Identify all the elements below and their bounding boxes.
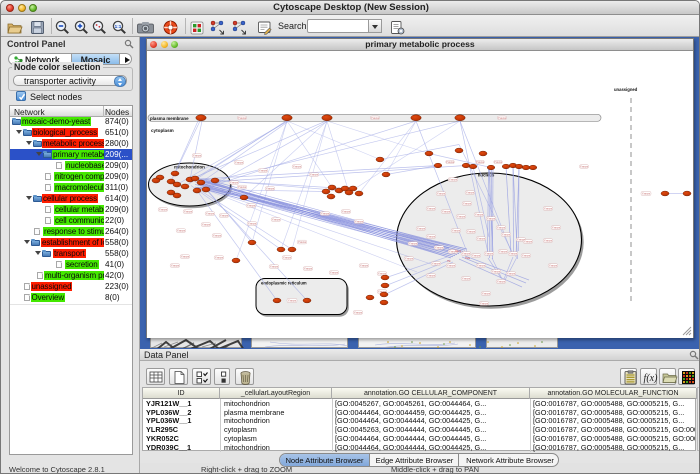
svg-text:Yxxxxx: Yxxxxx <box>230 180 239 184</box>
svg-text:Yxxxxx: Yxxxxx <box>354 310 363 314</box>
svg-text:Yxxxxx: Yxxxxx <box>498 115 507 119</box>
svg-text:Yxxxxx: Yxxxxx <box>494 160 503 164</box>
svg-text:Yxxxxx: Yxxxxx <box>446 160 455 164</box>
svg-text:Yxxxxx: Yxxxxx <box>283 255 292 259</box>
svg-text:Yxxxxx: Yxxxxx <box>462 251 471 255</box>
svg-text:Yx: Yx <box>447 259 451 263</box>
svg-text:unassigned: unassigned <box>614 87 638 92</box>
svg-text:Yxxxxx: Yxxxxx <box>181 254 190 258</box>
svg-text:Yxxxxx: Yxxxxx <box>238 185 247 189</box>
svg-text:Yxxxxx: Yxxxxx <box>462 276 471 280</box>
svg-text:Yxxxxx: Yxxxxx <box>184 209 193 213</box>
svg-text:Yxxxxx: Yxxxxx <box>405 256 414 260</box>
svg-text:Yxxxxx: Yxxxxx <box>360 263 369 267</box>
svg-text:Yxxxxx: Yxxxxx <box>476 160 485 164</box>
svg-text:Yxxxxx: Yxxxxx <box>371 115 380 119</box>
svg-text:Yxxxxx: Yxxxxx <box>193 153 202 157</box>
svg-text:Yxxxxx: Yxxxxx <box>342 209 351 213</box>
svg-text:Yxxxxx: Yxxxxx <box>159 207 168 211</box>
svg-text:Yxxxxx: Yxxxxx <box>220 213 229 217</box>
svg-text:Yxxxxx: Yxxxxx <box>235 160 244 164</box>
svg-text:plasma membrane: plasma membrane <box>150 115 189 120</box>
svg-text:Yxxxxx: Yxxxxx <box>202 222 211 226</box>
svg-text:Yxxxxx: Yxxxxx <box>544 238 553 242</box>
svg-text:Yxxxxx: Yxxxxx <box>452 228 461 232</box>
svg-text:Yxxxxx: Yxxxxx <box>298 240 307 244</box>
svg-text:Yxxxxx: Yxxxxx <box>330 270 339 274</box>
svg-text:Yxxxxx: Yxxxxx <box>497 225 506 229</box>
svg-text:Yxxxxx: Yxxxxx <box>544 206 553 210</box>
svg-text:Yxxxxx: Yxxxxx <box>259 168 268 172</box>
svg-text:Yxx: Yxx <box>465 256 471 260</box>
svg-text:endoplasmic reticulum: endoplasmic reticulum <box>261 280 307 285</box>
svg-text:Yxxxxx: Yxxxxx <box>522 253 531 257</box>
svg-text:cytoplasm: cytoplasm <box>151 128 174 133</box>
svg-text:Yxxxxx: Yxxxxx <box>477 263 486 267</box>
svg-text:Yxxxxx: Yxxxxx <box>507 271 516 275</box>
svg-text:Yxxxxx: Yxxxxx <box>482 291 491 295</box>
svg-text:Yxxxxx: Yxxxxx <box>238 115 247 119</box>
svg-text:Yxxxxx: Yxxxxx <box>215 255 224 259</box>
svg-text:Yxxxxx: Yxxxxx <box>499 249 508 253</box>
svg-text:Yxxxxx: Yxxxxx <box>487 216 496 220</box>
svg-text:Yxxxxx: Yxxxxx <box>502 232 511 236</box>
svg-text:Yxxxxx: Yxxxxx <box>480 301 489 305</box>
svg-text:Yxxxxx: Yxxxxx <box>524 239 533 243</box>
svg-text:Yxxxxx: Yxxxxx <box>272 217 281 221</box>
svg-text:Yxxxxx: Yxxxxx <box>304 266 313 270</box>
svg-text:Yxxxxx: Yxxxxx <box>206 211 215 215</box>
svg-text:Yxxxxx: Yxxxxx <box>435 245 444 249</box>
svg-text:Yxxxxx: Yxxxxx <box>472 253 481 257</box>
svg-text:Yxxxxx: Yxxxxx <box>475 212 484 216</box>
svg-text:Yxxxxx: Yxxxxx <box>432 261 441 265</box>
svg-text:Yxxxxx: Yxxxxx <box>270 264 279 268</box>
svg-text:Yxxxxx: Yxxxxx <box>409 241 418 245</box>
svg-text:Yxxxxx: Yxxxxx <box>427 234 436 238</box>
svg-text:Yxxxxx: Yxxxxx <box>466 190 475 194</box>
svg-text:Yxxxxx: Yxxxxx <box>427 273 436 277</box>
svg-text:Yxxxxx: Yxxxxx <box>457 214 466 218</box>
svg-text:Yxxxxx: Yxxxxx <box>442 209 451 213</box>
svg-text:Yxxxxx: Yxxxxx <box>293 164 302 168</box>
svg-text:Yxxxxx: Yxxxxx <box>248 221 257 225</box>
svg-text:Yxxxxx: Yxxxxx <box>427 206 436 210</box>
svg-text:Yxxxxx: Yxxxxx <box>580 164 589 168</box>
svg-text:Yxxxxx: Yxxxxx <box>247 203 256 207</box>
svg-text:Yxxxxx: Yxxxxx <box>417 226 426 230</box>
svg-text:Yxxxxx: Yxxxxx <box>485 251 494 255</box>
svg-text:Yxxxxx: Yxxxxx <box>463 201 472 205</box>
svg-text:Yxxxxx: Yxxxxx <box>288 298 297 302</box>
svg-text:Yxxxxx: Yxxxxx <box>171 263 180 267</box>
svg-text:Yxxxxx: Yxxxxx <box>497 279 506 283</box>
svg-text:Yxxxxx: Yxxxxx <box>266 186 275 190</box>
svg-text:Yxxxxx: Yxxxxx <box>355 219 364 223</box>
svg-text:Yx-x: Yx-x <box>455 249 462 253</box>
svg-text:Yxxxxx: Yxxxxx <box>321 211 330 215</box>
svg-text:Yxxxxx: Yxxxxx <box>477 236 486 240</box>
svg-text:Yxxxxx: Yxxxxx <box>447 263 456 267</box>
svg-text:Yxxxxx: Yxxxxx <box>437 191 446 195</box>
svg-text:Yxxxxx: Yxxxxx <box>449 177 458 181</box>
svg-text:f(x): f(x) <box>644 373 659 384</box>
svg-text:Yxxxxx: Yxxxxx <box>213 233 222 237</box>
svg-text:Yxxxxx: Yxxxxx <box>310 172 319 176</box>
svg-text:Yxxxxx: Yxxxxx <box>549 263 558 267</box>
svg-text:Yxxxxx: Yxxxxx <box>552 225 561 229</box>
svg-text:Yxxxxx: Yxxxxx <box>177 228 186 232</box>
svg-text:Yxxxxx: Yxxxxx <box>509 251 518 255</box>
svg-text:Yxxxxx: Yxxxxx <box>642 191 651 195</box>
svg-text:1:1: 1:1 <box>115 24 122 29</box>
svg-text:Yxxxxx: Yxxxxx <box>492 269 501 273</box>
svg-text:Yxxxxx: Yxxxxx <box>467 229 476 233</box>
